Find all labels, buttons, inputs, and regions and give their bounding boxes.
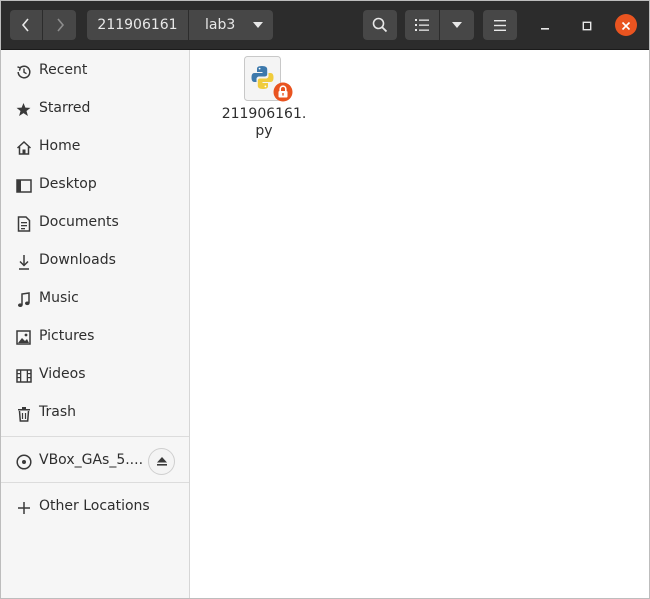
maximize-button[interactable] xyxy=(576,14,598,36)
plus-icon xyxy=(15,499,32,516)
minimize-button[interactable] xyxy=(534,14,556,36)
video-icon xyxy=(15,367,32,384)
eject-icon xyxy=(156,454,167,470)
close-button[interactable] xyxy=(615,14,637,36)
sidebar-item-other-locations[interactable]: Other Locations xyxy=(1,488,189,526)
view-toggle-button[interactable] xyxy=(405,10,439,40)
sidebar-item-label: VBox_GAs_5.... xyxy=(39,452,144,468)
minimize-icon xyxy=(540,16,550,35)
caret-down-icon xyxy=(253,22,263,28)
sidebar-item-label: Recent xyxy=(39,62,88,78)
view-options-button[interactable] xyxy=(440,10,474,40)
sidebar-item-trash[interactable]: Trash xyxy=(1,394,189,432)
sidebar-divider xyxy=(1,482,189,483)
sidebar-item-downloads[interactable]: Downloads xyxy=(1,242,189,280)
sidebar-item-label: Pictures xyxy=(39,328,95,344)
header-bar: 211906161 lab3 xyxy=(1,1,649,50)
sidebar-divider xyxy=(1,436,189,437)
lock-icon xyxy=(273,82,293,102)
disc-icon xyxy=(15,453,32,470)
sidebar-item-label: Desktop xyxy=(39,176,97,192)
forward-button[interactable] xyxy=(43,10,76,40)
sidebar-item-desktop[interactable]: Desktop xyxy=(1,166,189,204)
sidebar-item-label: Music xyxy=(39,290,79,306)
sidebar-item-recent[interactable]: Recent xyxy=(1,52,189,90)
download-icon xyxy=(15,253,32,270)
breadcrumb-label: 211906161 xyxy=(97,17,178,33)
caret-down-icon xyxy=(452,22,462,28)
sidebar-item-starred[interactable]: Starred xyxy=(1,90,189,128)
sidebar-item-label: Starred xyxy=(39,100,91,116)
chevron-left-icon xyxy=(21,18,31,32)
list-view-icon xyxy=(415,19,429,31)
breadcrumb-item-parent[interactable]: 211906161 xyxy=(87,10,188,40)
sidebar-item-pictures[interactable]: Pictures xyxy=(1,318,189,356)
desktop-icon xyxy=(15,177,32,194)
eject-button[interactable] xyxy=(148,448,175,475)
places-sidebar: Recent Starred Home Desktop Documents Do… xyxy=(1,50,190,598)
search-icon xyxy=(372,17,388,33)
star-icon xyxy=(15,101,32,118)
sidebar-item-music[interactable]: Music xyxy=(1,280,189,318)
sidebar-item-label: Trash xyxy=(39,404,76,420)
home-icon xyxy=(15,139,32,156)
sidebar-item-label: Downloads xyxy=(39,252,116,268)
clock-icon xyxy=(15,63,32,80)
breadcrumb-label: lab3 xyxy=(205,17,236,33)
sidebar-item-videos[interactable]: Videos xyxy=(1,356,189,394)
file-manager-window: 211906161 lab3 Recent Starred Home Deskt… xyxy=(0,0,650,599)
chevron-right-icon xyxy=(55,18,65,32)
close-icon xyxy=(621,16,631,35)
file-name: 211906161.py xyxy=(221,106,307,139)
picture-icon xyxy=(15,329,32,346)
file-view[interactable]: 211906161.py xyxy=(190,50,649,598)
breadcrumb-item-current[interactable]: lab3 xyxy=(189,10,273,40)
sidebar-item-home[interactable]: Home xyxy=(1,128,189,166)
trash-icon xyxy=(15,405,32,422)
document-icon xyxy=(15,215,32,232)
hamburger-menu-icon xyxy=(494,19,506,31)
sidebar-item-label: Documents xyxy=(39,214,119,230)
search-button[interactable] xyxy=(363,10,397,40)
music-icon xyxy=(15,291,32,308)
sidebar-item-device[interactable]: VBox_GAs_5.... xyxy=(1,442,189,480)
maximize-icon xyxy=(582,16,592,35)
back-button[interactable] xyxy=(10,10,42,40)
main-menu-button[interactable] xyxy=(483,10,517,40)
sidebar-item-documents[interactable]: Documents xyxy=(1,204,189,242)
sidebar-item-label: Videos xyxy=(39,366,86,382)
sidebar-item-label: Other Locations xyxy=(39,498,150,514)
file-item[interactable]: 211906161.py xyxy=(220,56,308,146)
sidebar-item-label: Home xyxy=(39,138,81,154)
